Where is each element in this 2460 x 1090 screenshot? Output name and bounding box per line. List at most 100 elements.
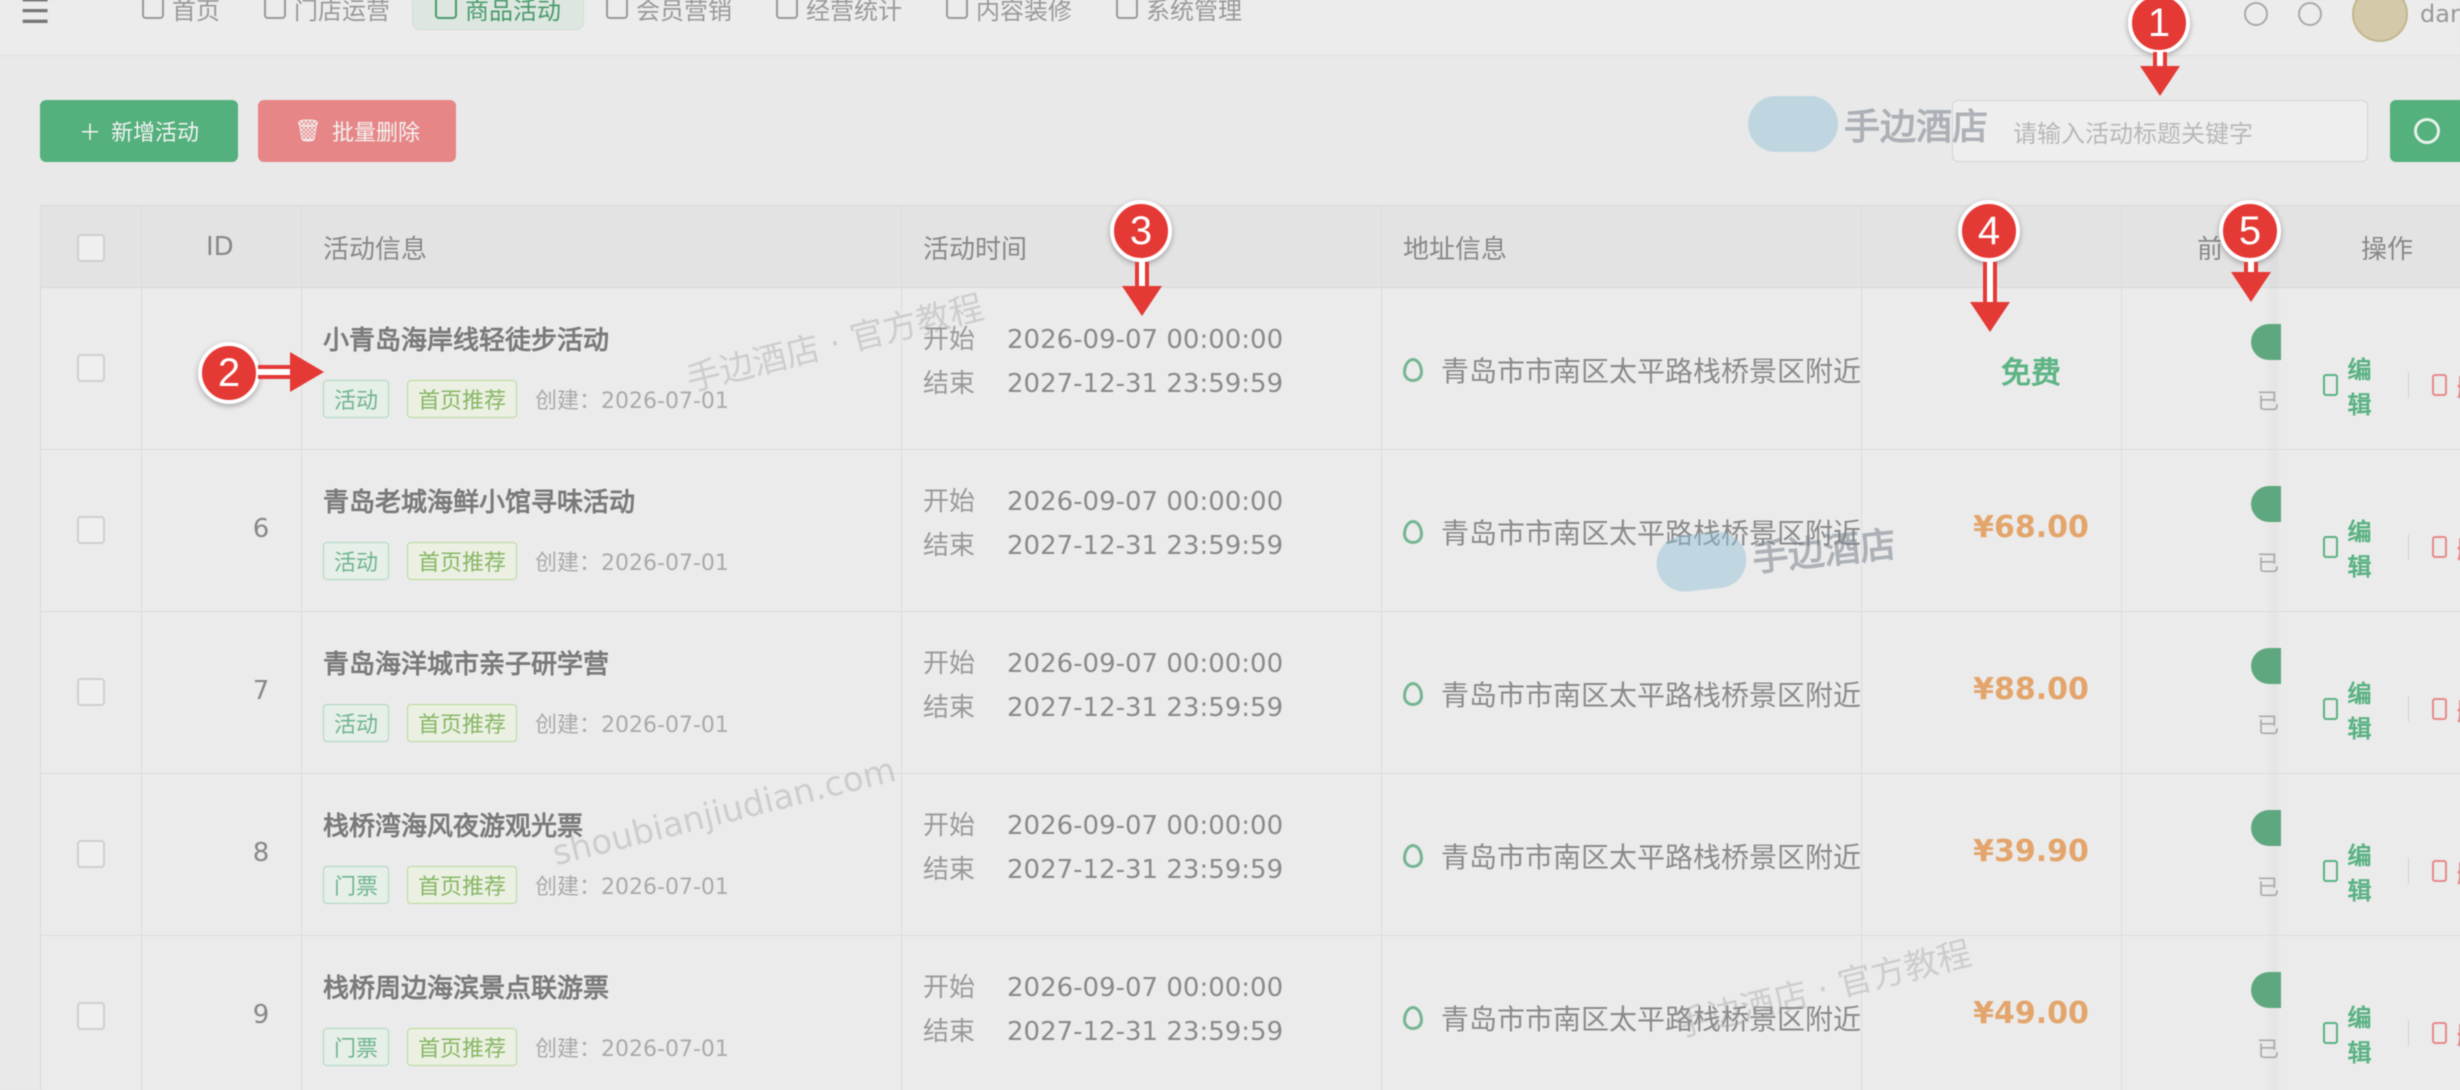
start-time: 开始 2026-09-07 00:00:00 — [923, 804, 1283, 848]
nav-item-label: 门店运营 — [294, 0, 390, 25]
avatar[interactable] — [2352, 0, 2408, 42]
annotation-marker-3: 3 — [1110, 200, 1172, 262]
table-row: 9 栈桥周边海滨景点联游票 门票 首页推荐 创建：2026-07-01 开始 20… — [41, 936, 2460, 1090]
gift-icon — [435, 0, 457, 19]
row-actions: 编辑 删 — [2323, 836, 2460, 906]
search-placeholder: 请输入活动标题关键字 — [2013, 119, 2253, 148]
start-time: 开始 2026-09-07 00:00:00 — [923, 966, 1283, 1010]
column-address: 地址信息 — [1403, 234, 1508, 265]
nav-item-label: 系统管理 — [1146, 0, 1242, 25]
nav-item-store[interactable]: 门店运营 — [242, 0, 412, 30]
action-divider — [2407, 696, 2409, 722]
home-icon — [142, 0, 164, 19]
edit-button[interactable]: 编辑 — [2348, 998, 2384, 1068]
front-toggle[interactable] — [2251, 648, 2281, 684]
trash-icon: 🗑 — [294, 118, 322, 144]
gear-icon — [1116, 0, 1138, 19]
select-all-checkbox[interactable] — [77, 234, 105, 262]
top-right-tools: dand — [2244, 0, 2460, 42]
row-id: 7 — [252, 676, 270, 706]
add-activity-button[interactable]: ＋ 新增活动 — [40, 100, 238, 162]
edit-button[interactable]: 编辑 — [2348, 836, 2384, 906]
action-divider — [2407, 858, 2409, 884]
nav-item-home[interactable]: 首页 — [120, 0, 242, 30]
location-pin-icon — [1403, 358, 1423, 382]
activity-tags: 门票 首页推荐 创建：2026-07-01 — [323, 1028, 729, 1066]
brand-logo: 手边酒店 — [1748, 96, 1988, 152]
batch-delete-button[interactable]: 🗑 批量删除 — [258, 100, 456, 162]
batch-delete-label: 批量删除 — [331, 121, 420, 146]
created-value: 2026-07-01 — [601, 1037, 729, 1062]
price: ¥39.90 — [1973, 834, 2089, 869]
action-divider — [2407, 534, 2409, 560]
table-row: 6 青岛老城海鲜小馆寻味活动 活动 首页推荐 创建：2026-07-01 开始 2… — [41, 450, 2460, 612]
table-row: 8 栈桥湾海风夜游观光票 门票 首页推荐 创建：2026-07-01 开始 202… — [41, 774, 2460, 936]
edit-icon — [2323, 374, 2338, 396]
row-checkbox[interactable] — [77, 840, 105, 868]
end-label: 结束 — [923, 369, 976, 399]
end-value: 2027-12-31 23:59:59 — [1007, 1017, 1284, 1047]
nav-item-content[interactable]: 内容装修 — [924, 0, 1094, 30]
created-value: 2026-07-01 — [601, 551, 729, 576]
activity-tags: 活动 首页推荐 创建：2026-07-01 — [323, 704, 729, 742]
row-checkbox[interactable] — [77, 1002, 105, 1030]
row-checkbox[interactable] — [77, 678, 105, 706]
address-cell: 青岛市市南区太平路栈桥景区附近 — [1403, 350, 1873, 390]
user-name[interactable]: dand — [2420, 0, 2460, 28]
cloud-icon — [1748, 96, 1838, 152]
end-label: 结束 — [923, 855, 976, 885]
start-time: 开始 2026-09-07 00:00:00 — [923, 642, 1283, 686]
edit-button[interactable]: 编辑 — [2348, 350, 2384, 420]
price: ¥88.00 — [1973, 672, 2089, 707]
edit-button[interactable]: 编辑 — [2348, 674, 2384, 744]
column-time: 活动时间 — [923, 234, 1028, 265]
layout-icon — [946, 0, 968, 19]
menu-icon[interactable]: ☰ — [20, 0, 50, 32]
nav-item-stats[interactable]: 经营统计 — [754, 0, 924, 30]
created-prefix: 创建： — [535, 713, 602, 738]
action-divider — [2407, 372, 2409, 398]
app-screen: ☰ 首页 门店运营 商品活动 会员营销 经营统计 内容装修 系统管理 dand … — [0, 0, 2460, 1090]
end-time: 结束 2027-12-31 23:59:59 — [923, 1010, 1283, 1054]
search-button[interactable] — [2390, 100, 2460, 162]
nav-item-products[interactable]: 商品活动 — [412, 0, 584, 30]
refresh-icon[interactable] — [2298, 2, 2322, 26]
row-checkbox[interactable] — [77, 354, 105, 382]
created-prefix: 创建： — [535, 551, 602, 576]
created-prefix: 创建： — [535, 1037, 602, 1062]
row-id: 6 — [252, 514, 270, 544]
activity-tags: 活动 首页推荐 创建：2026-07-01 — [323, 380, 729, 418]
add-activity-label: 新增活动 — [111, 121, 200, 146]
top-navigation: ☰ 首页 门店运营 商品活动 会员营销 经营统计 内容装修 系统管理 dand — [0, 0, 2460, 56]
row-actions: 编辑 删 — [2323, 998, 2460, 1068]
search-input[interactable]: 请输入活动标题关键字 — [1952, 100, 2368, 162]
activity-title: 栈桥湾海风夜游观光票 — [323, 812, 584, 842]
price: ¥68.00 — [1973, 510, 2089, 545]
created-prefix: 创建： — [535, 389, 602, 414]
front-toggle[interactable] — [2251, 324, 2281, 360]
brand-name: 手边酒店 — [1844, 107, 1989, 148]
address-cell: 青岛市市南区太平路栈桥景区附近 — [1403, 836, 1873, 876]
edit-button[interactable]: 编辑 — [2348, 512, 2384, 582]
end-value: 2027-12-31 23:59:59 — [1007, 531, 1284, 561]
annotation-marker-4: 4 — [1958, 200, 2020, 262]
action-divider — [2407, 1020, 2409, 1046]
row-checkbox[interactable] — [77, 516, 105, 544]
table-header: ID 活动信息 活动时间 地址信息 前 操作 — [41, 206, 2460, 288]
front-toggle[interactable] — [2251, 810, 2281, 846]
start-value: 2026-09-07 00:00:00 — [1007, 325, 1284, 355]
front-toggle[interactable] — [2251, 486, 2281, 522]
end-time: 结束 2027-12-31 23:59:59 — [923, 686, 1283, 730]
activity-tags: 活动 首页推荐 创建：2026-07-01 — [323, 542, 729, 580]
fullscreen-icon[interactable] — [2244, 2, 2268, 26]
front-toggle[interactable] — [2251, 972, 2281, 1008]
annotation-marker-2: 2 — [198, 342, 260, 404]
nav-item-members[interactable]: 会员营销 — [584, 0, 754, 30]
end-label: 结束 — [923, 531, 976, 561]
created-date: 创建：2026-07-01 — [535, 545, 729, 577]
nav-item-system[interactable]: 系统管理 — [1094, 0, 1264, 30]
edit-icon — [2323, 860, 2338, 882]
activity-time: 开始 2026-09-07 00:00:00 结束 2027-12-31 23:59… — [923, 318, 1283, 406]
start-value: 2026-09-07 00:00:00 — [1007, 649, 1284, 679]
price: 免费 — [2001, 356, 2061, 391]
